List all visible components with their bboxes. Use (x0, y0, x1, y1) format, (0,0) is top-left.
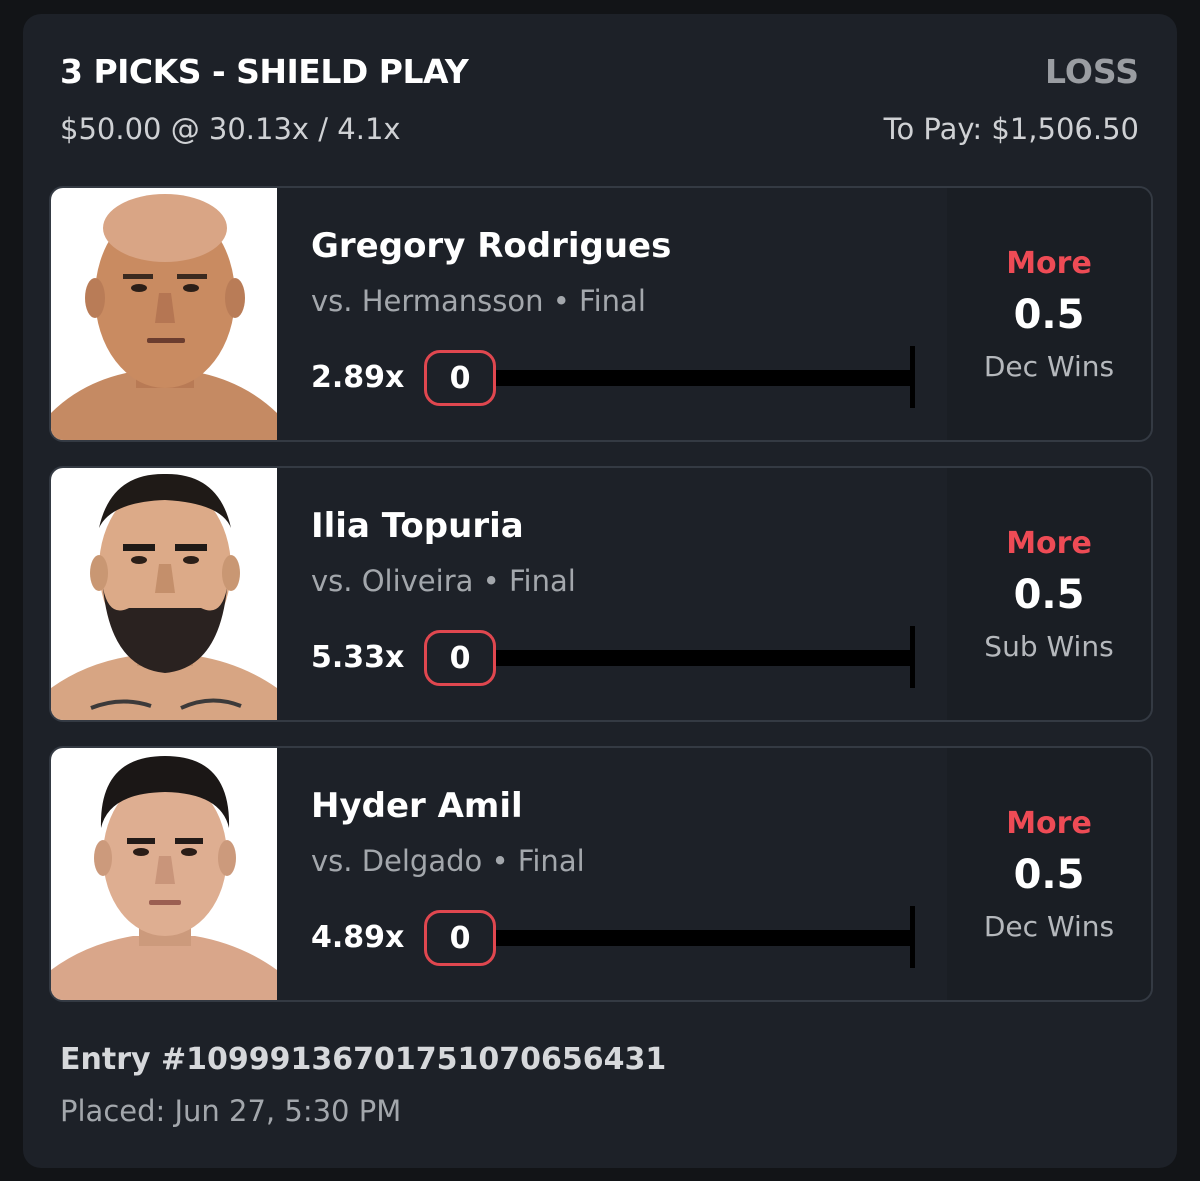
player-photo (51, 748, 277, 1000)
player-name: Gregory Rodrigues (311, 226, 672, 266)
entry-title: 3 PICKS - SHIELD PLAY (60, 52, 469, 91)
progress-value: 0 (424, 630, 496, 686)
to-pay-amount: To Pay: $1,506.50 (883, 112, 1139, 146)
pick-direction: More (1006, 806, 1092, 841)
pick-multiplier: 4.89x (311, 920, 405, 955)
placed-timestamp: Placed: Jun 27, 5:30 PM (60, 1094, 402, 1128)
matchup-status: vs. Oliveira • Final (311, 564, 576, 598)
progress-target-marker (910, 906, 915, 968)
result-badge: LOSS (1045, 52, 1139, 91)
projection-panel: More 0.5 Dec Wins (947, 188, 1151, 440)
projection-panel: More 0.5 Sub Wins (947, 468, 1151, 720)
player-name: Hyder Amil (311, 786, 523, 826)
player-name: Ilia Topuria (311, 506, 524, 546)
progress-target-marker (910, 346, 915, 408)
pick-card[interactable]: Gregory Rodrigues vs. Hermansson • Final… (49, 186, 1153, 442)
pick-direction: More (1006, 526, 1092, 561)
progress-target-marker (910, 626, 915, 688)
pick-direction: More (1006, 246, 1092, 281)
projection-panel: More 0.5 Dec Wins (947, 748, 1151, 1000)
matchup-status: vs. Hermansson • Final (311, 284, 646, 318)
stat-type: Dec Wins (983, 350, 1115, 383)
player-photo (51, 468, 277, 720)
projection-line: 0.5 (1013, 852, 1085, 898)
progress-value: 0 (424, 910, 496, 966)
pick-multiplier: 5.33x (311, 640, 405, 675)
progress-track (491, 650, 911, 666)
projection-line: 0.5 (1013, 572, 1085, 618)
entry-id: Entry #1099913670175107065643​1 (60, 1042, 667, 1077)
progress-track (491, 370, 911, 386)
pick-multiplier: 2.89x (311, 360, 405, 395)
entry-card[interactable]: 3 PICKS - SHIELD PLAY LOSS $50.00 @ 30.1… (23, 14, 1177, 1168)
stat-type: Sub Wins (984, 630, 1114, 663)
progress-value: 0 (424, 350, 496, 406)
stake-line: $50.00 @ 30.13x / 4.1x (60, 112, 401, 146)
projection-line: 0.5 (1013, 292, 1085, 338)
pick-card[interactable]: Hyder Amil vs. Delgado • Final 4.89x 0 M… (49, 746, 1153, 1002)
stat-type: Dec Wins (983, 910, 1115, 943)
matchup-status: vs. Delgado • Final (311, 844, 585, 878)
progress-track (491, 930, 911, 946)
player-photo (51, 188, 277, 440)
pick-card[interactable]: Ilia Topuria vs. Oliveira • Final 5.33x … (49, 466, 1153, 722)
